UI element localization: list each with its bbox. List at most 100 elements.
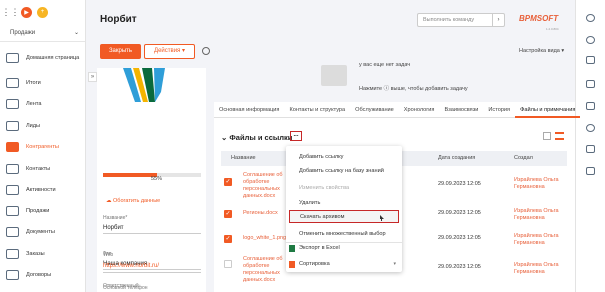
file-author-link[interactable]: Израйлева Ольга Германовна xyxy=(514,233,564,247)
actions-label: Действия xyxy=(154,48,181,54)
sidebar-item-label: Домашняя страница xyxy=(26,54,80,61)
menu-item-cancel-multiselect[interactable]: Отменить множественный выбор xyxy=(286,228,402,241)
sidebar-item-accounts[interactable]: Контрагенты xyxy=(0,136,86,158)
feed-icon[interactable] xyxy=(586,145,595,153)
profile-icon[interactable] xyxy=(586,14,595,22)
tab-connections[interactable]: Взаимосвязи xyxy=(439,102,483,118)
file-name-link[interactable]: Регионы.docx xyxy=(243,210,288,217)
name-field[interactable]: Норбит xyxy=(103,225,124,231)
sidebar-item-contracts[interactable]: Договоры xyxy=(0,264,86,286)
file-author-link[interactable]: Израйлева Ольга Германовна xyxy=(514,177,564,191)
sidebar-item-orders[interactable]: Заказы xyxy=(0,243,86,265)
sidebar-top: ⋮⋮ ▶ + xyxy=(0,0,85,24)
completeness-fill xyxy=(103,173,157,177)
command-input[interactable]: Выполнить команду › xyxy=(417,13,505,27)
sidebar-item-dashboards[interactable]: Итоги xyxy=(0,72,86,94)
sidebar-item-activities[interactable]: Активности xyxy=(0,179,86,201)
column-created[interactable]: Дата создания xyxy=(438,155,475,161)
menu-item-add-kb-link[interactable]: Добавить ссылку на базу знаний xyxy=(286,165,402,178)
chevron-down-icon: ▾ xyxy=(393,261,396,267)
sidebar-item-label: Договоры xyxy=(26,271,52,278)
view-settings-button[interactable]: Настройка вида ▾ xyxy=(519,48,564,54)
column-name[interactable]: Название xyxy=(231,155,256,161)
divider xyxy=(103,272,201,273)
row-checkbox[interactable]: ✓ xyxy=(224,210,232,218)
file-date: 29.09.2023 12:05 xyxy=(438,181,481,187)
tasks-icon[interactable] xyxy=(586,167,595,175)
notifications-icon[interactable] xyxy=(586,124,595,132)
menu-item-delete[interactable]: Удалить xyxy=(286,197,402,210)
menu-item-edit-properties: Изменить свойства xyxy=(299,185,350,191)
sidebar-item-leads[interactable]: Лиды xyxy=(0,115,86,137)
page-header: Норбит Выполнить команду › BPMSOFT 1.2.0.… xyxy=(86,0,575,40)
file-author-link[interactable]: Израйлева Ольга Германовна xyxy=(514,262,564,276)
row-checkbox[interactable]: ✓ xyxy=(224,178,232,186)
chevron-down-icon: ▾ xyxy=(561,48,565,54)
tab-history[interactable]: История xyxy=(483,102,515,118)
account-logo[interactable] xyxy=(119,68,169,102)
sidebar-item-label: Активности xyxy=(26,186,56,193)
excel-icon xyxy=(289,245,295,252)
file-name-link[interactable]: Соглашение об обработке персональных дан… xyxy=(243,256,288,284)
menu-item-add-link[interactable]: Добавить ссылку xyxy=(286,151,402,164)
help-icon[interactable] xyxy=(202,47,210,55)
accounts-icon xyxy=(6,142,19,152)
tab-contacts-structure[interactable]: Контакты и структура xyxy=(284,102,350,118)
view-settings-label: Настройка вида xyxy=(519,48,560,54)
row-checkbox[interactable] xyxy=(224,260,232,268)
sidebar-item-contacts[interactable]: Контакты xyxy=(0,158,86,180)
tab-files-notes[interactable]: Файлы и примечания xyxy=(515,102,581,118)
phone-field-label: Основной телефон xyxy=(103,285,148,291)
menu-item-sort[interactable]: Сортировка ▾ xyxy=(286,258,402,271)
files-section-title[interactable]: ⌄ Файлы и ссылки xyxy=(221,133,292,142)
column-author[interactable]: Создал xyxy=(514,155,533,161)
opportunities-icon xyxy=(6,206,19,216)
tab-service[interactable]: Обслуживание xyxy=(350,102,399,118)
menu-item-export-excel[interactable]: Экспорт в Excel xyxy=(286,242,402,255)
sidebar-item-opportunities[interactable]: Продажи xyxy=(0,200,86,222)
version-label: 1.2.0.804 xyxy=(546,27,559,31)
hierarchy-icon[interactable] xyxy=(586,56,595,64)
chevron-down-icon: ⌄ xyxy=(221,133,228,142)
contracts-icon xyxy=(6,270,19,280)
contacts-icon xyxy=(6,164,19,174)
sidebar-item-feed[interactable]: Лента xyxy=(0,93,86,115)
workspace-selector[interactable]: Продажи ⌄ xyxy=(0,24,85,42)
chat-icon[interactable] xyxy=(586,102,595,110)
actions-button[interactable]: Действия ▾ xyxy=(144,44,195,59)
email-icon[interactable] xyxy=(586,80,595,88)
sidebar-item-documents[interactable]: Документы xyxy=(0,221,86,243)
account-profile-panel: 55% ☁ Обогатить данные Название* Норбит … xyxy=(97,68,206,292)
tasks-area: у вас еще нет задач Нажмите ⓘ выше, чтоб… xyxy=(214,56,569,102)
add-icon[interactable]: + xyxy=(37,6,48,18)
dashboard-icon xyxy=(6,78,19,88)
settings-icon[interactable] xyxy=(586,36,595,44)
menu-item-label: Сортировка xyxy=(299,261,330,267)
row-checkbox[interactable]: ✓ xyxy=(224,235,232,243)
tile-view-icon[interactable] xyxy=(543,132,551,140)
expand-sidebar-icon[interactable]: » xyxy=(88,72,97,82)
logo-text: BPMSOFT xyxy=(519,14,559,23)
file-name-link[interactable]: Соглашение об обработке персональных дан… xyxy=(243,172,288,200)
divider xyxy=(103,269,201,270)
chevron-down-icon: ▾ xyxy=(181,48,185,54)
tab-main-info[interactable]: Основная информация xyxy=(214,102,284,118)
process-icon[interactable]: ▶ xyxy=(21,6,32,18)
sidebar-item-label: Продажи xyxy=(26,207,50,214)
sidebar-item-label: Контакты xyxy=(26,165,51,172)
list-view-icon[interactable] xyxy=(555,132,564,140)
app-menu-icon[interactable]: ⋮⋮ xyxy=(2,6,20,18)
run-command-icon[interactable]: › xyxy=(492,14,504,26)
more-options-button[interactable]: ... xyxy=(290,131,302,141)
file-author-link[interactable]: Израйлева Ольга Германовна xyxy=(514,208,564,222)
close-button[interactable]: Закрыть xyxy=(100,44,141,59)
more-options-menu: Добавить ссылку Добавить ссылку на базу … xyxy=(286,146,402,272)
documents-icon xyxy=(6,227,19,237)
sidebar-item-home[interactable]: Домашняя страница xyxy=(0,47,86,69)
file-date: 29.09.2023 12:05 xyxy=(438,235,481,241)
enrich-data-label: Обогатить данные xyxy=(113,198,161,204)
web-field[interactable]: https://www.norbit.ru/ xyxy=(103,263,159,269)
enrich-data-link[interactable]: ☁ Обогатить данные xyxy=(106,198,160,204)
tab-timeline[interactable]: Хронология xyxy=(399,102,440,118)
command-placeholder: Выполнить команду xyxy=(423,17,475,23)
